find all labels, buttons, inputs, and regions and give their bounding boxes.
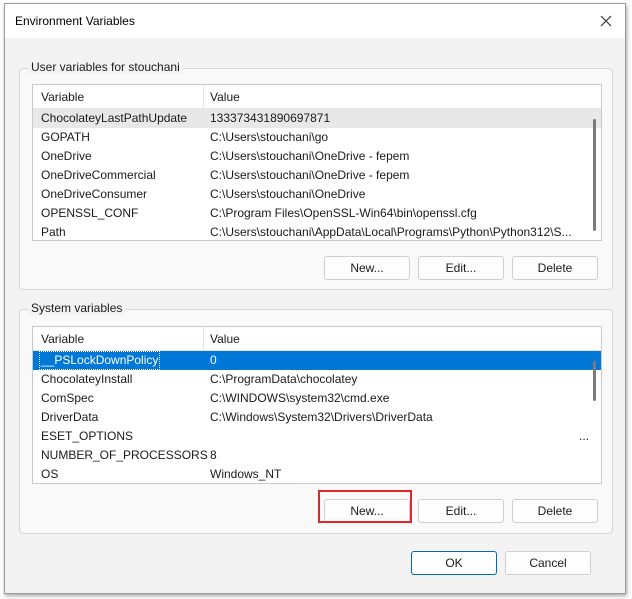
system-variables-list[interactable]: Variable Value __PSLockDownPolicy 0 Choc… bbox=[32, 326, 602, 484]
variable-name: DriverData bbox=[41, 410, 99, 424]
column-header-value[interactable]: Value bbox=[210, 90, 240, 104]
table-row[interactable]: GOPATH C:\Users\stouchani\go bbox=[33, 128, 601, 147]
column-divider[interactable] bbox=[203, 85, 204, 108]
variable-name: NUMBER_OF_PROCESSORS bbox=[41, 448, 208, 462]
scrollbar-thumb[interactable] bbox=[593, 119, 596, 231]
column-header-variable[interactable]: Variable bbox=[41, 332, 84, 346]
variable-name: GOPATH bbox=[41, 130, 90, 144]
system-variables-label: System variables bbox=[28, 301, 126, 315]
user-delete-button[interactable]: Delete bbox=[512, 256, 598, 280]
user-new-button[interactable]: New... bbox=[324, 256, 410, 280]
environment-variables-dialog: Environment Variables User variables for… bbox=[4, 3, 626, 594]
table-row[interactable]: OPENSSL_CONF C:\Program Files\OpenSSL-Wi… bbox=[33, 204, 601, 223]
column-divider[interactable] bbox=[203, 327, 204, 350]
annotation-highlight-box bbox=[318, 490, 412, 523]
user-variables-label: User variables for stouchani bbox=[28, 60, 183, 74]
table-row[interactable]: NUMBER_OF_PROCESSORS 8 bbox=[33, 446, 601, 465]
variable-value: 133373431890697871 bbox=[210, 111, 331, 125]
table-row[interactable]: ComSpec C:\WINDOWS\system32\cmd.exe bbox=[33, 389, 601, 408]
window-title: Environment Variables bbox=[15, 14, 135, 28]
variable-value: C:\Program Files\OpenSSL-Win64\bin\opens… bbox=[210, 206, 477, 220]
system-variables-group: System variables Variable Value __PSLock… bbox=[19, 301, 613, 534]
variable-name: OS bbox=[41, 467, 59, 481]
table-row[interactable]: OneDriveConsumer C:\Users\stouchani\OneD… bbox=[33, 185, 601, 204]
table-row-selected[interactable]: __PSLockDownPolicy 0 bbox=[33, 351, 601, 370]
table-row[interactable]: ESET_OPTIONS ... bbox=[33, 427, 601, 446]
table-row[interactable]: ChocolateyLastPathUpdate 133373431890697… bbox=[33, 109, 601, 128]
variable-name: ChocolateyInstall bbox=[41, 372, 133, 386]
variable-name: ChocolateyLastPathUpdate bbox=[41, 111, 188, 125]
title-bar: Environment Variables bbox=[5, 4, 625, 38]
variable-name: Path bbox=[41, 225, 66, 239]
user-edit-button[interactable]: Edit... bbox=[418, 256, 504, 280]
table-row[interactable]: OneDriveCommercial C:\Users\stouchani\On… bbox=[33, 166, 601, 185]
list-header: Variable Value bbox=[33, 85, 601, 109]
variable-name: OneDrive bbox=[41, 149, 92, 163]
ok-button[interactable]: OK bbox=[411, 551, 497, 575]
table-row[interactable]: ChocolateyInstall C:\ProgramData\chocola… bbox=[33, 370, 601, 389]
user-variables-group: User variables for stouchani Variable Va… bbox=[19, 60, 613, 290]
variable-value: C:\ProgramData\chocolatey bbox=[210, 372, 358, 386]
column-header-value[interactable]: Value bbox=[210, 332, 240, 346]
close-button[interactable] bbox=[595, 10, 617, 32]
variable-name: __PSLockDownPolicy bbox=[39, 351, 161, 370]
variable-name: ComSpec bbox=[41, 391, 94, 405]
variable-value: C:\Users\stouchani\AppData\Local\Program… bbox=[210, 225, 572, 239]
table-row[interactable]: Path C:\Users\stouchani\AppData\Local\Pr… bbox=[33, 223, 601, 240]
system-edit-button[interactable]: Edit... bbox=[418, 499, 504, 523]
scrollbar-thumb[interactable] bbox=[593, 361, 596, 401]
variable-value: 8 bbox=[210, 448, 217, 462]
variable-value: C:\Users\stouchani\OneDrive - fepem bbox=[210, 168, 410, 182]
variable-value: C:\Windows\System32\Drivers\DriverData bbox=[210, 410, 433, 424]
system-delete-button[interactable]: Delete bbox=[512, 499, 598, 523]
variable-value: 0 bbox=[210, 353, 217, 367]
close-icon bbox=[600, 15, 612, 27]
variable-value: C:\WINDOWS\system32\cmd.exe bbox=[210, 391, 390, 405]
table-row[interactable]: OS Windows_NT bbox=[33, 465, 601, 483]
user-variables-list[interactable]: Variable Value ChocolateyLastPathUpdate … bbox=[32, 84, 602, 241]
variable-name: ESET_OPTIONS bbox=[41, 429, 134, 443]
list-header: Variable Value bbox=[33, 327, 601, 351]
variable-value: C:\Users\stouchani\go bbox=[210, 130, 329, 144]
variable-value: C:\Users\stouchani\OneDrive - fepem bbox=[210, 149, 410, 163]
variable-name: OneDriveConsumer bbox=[41, 187, 148, 201]
value-ellipsis: ... bbox=[578, 429, 589, 443]
table-row[interactable]: DriverData C:\Windows\System32\Drivers\D… bbox=[33, 408, 601, 427]
table-row[interactable]: OneDrive C:\Users\stouchani\OneDrive - f… bbox=[33, 147, 601, 166]
variable-name: OPENSSL_CONF bbox=[41, 206, 139, 220]
cancel-button[interactable]: Cancel bbox=[505, 551, 591, 575]
column-header-variable[interactable]: Variable bbox=[41, 90, 84, 104]
variable-name: OneDriveCommercial bbox=[41, 168, 156, 182]
variable-value: Windows_NT bbox=[210, 467, 282, 481]
variable-value: C:\Users\stouchani\OneDrive bbox=[210, 187, 366, 201]
